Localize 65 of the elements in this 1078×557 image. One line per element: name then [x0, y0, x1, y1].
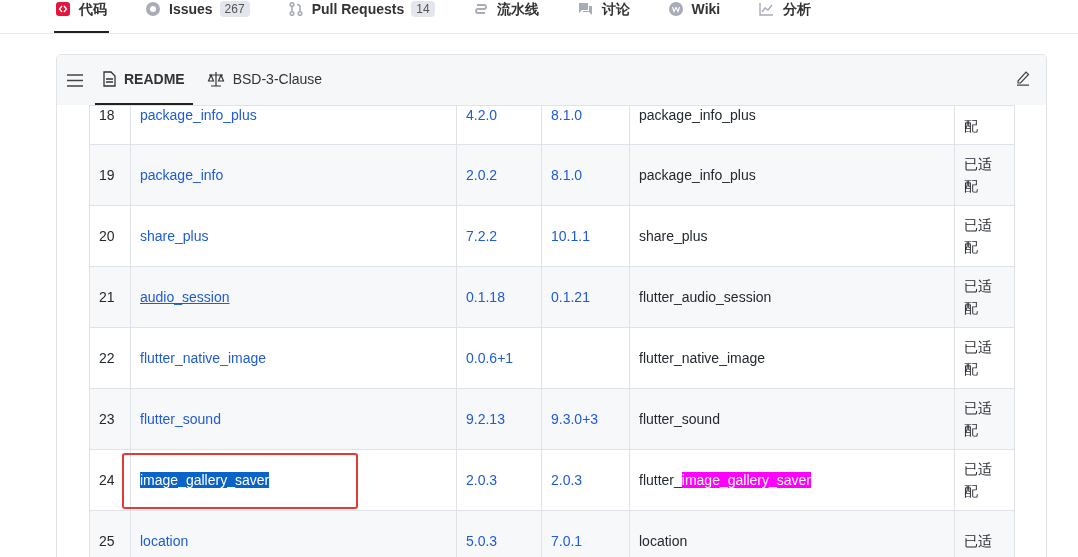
- version-link[interactable]: 0.1.21: [551, 289, 590, 305]
- package-link[interactable]: package_info_plus: [140, 107, 257, 123]
- version-link[interactable]: 7.0.1: [551, 533, 583, 549]
- replacement-text: flutter_native_image: [639, 350, 766, 366]
- chat-icon: [577, 2, 593, 16]
- count-badge: 267: [219, 1, 250, 17]
- version-link[interactable]: 5.0.3: [466, 533, 498, 549]
- nav-tab[interactable]: 流水线: [471, 0, 541, 33]
- readme-tab[interactable]: BSD-3-Clause: [198, 55, 331, 105]
- row-number: 22: [89, 327, 131, 389]
- version-link[interactable]: 2.0.3: [551, 472, 583, 488]
- replacement-text: package_info_plus: [639, 167, 756, 183]
- package-link[interactable]: share_plus: [140, 228, 209, 244]
- version-link[interactable]: 8.1.0: [551, 167, 583, 183]
- nav-tab[interactable]: Wiki: [666, 0, 723, 33]
- replacement-text: package_info_plus: [639, 107, 756, 123]
- chart-icon: [759, 2, 775, 16]
- replacement-text: share_plus: [639, 228, 708, 244]
- status-cell: 已适配: [954, 327, 1015, 389]
- status-cell: 已适配: [954, 449, 1015, 511]
- readme-tab[interactable]: README: [95, 55, 193, 105]
- replacement-text: flutter_sound: [639, 411, 720, 427]
- document-icon: [103, 71, 116, 87]
- replacement-text: flutter_audio_session: [639, 289, 772, 305]
- version-link[interactable]: 7.2.2: [466, 228, 498, 244]
- version-link[interactable]: 0.0.6+1: [466, 350, 514, 366]
- status-cell: 已适配: [954, 144, 1015, 206]
- pipeline-icon: [473, 2, 488, 16]
- nav-tab[interactable]: 代码: [54, 0, 109, 33]
- status-cell: 已适: [954, 510, 1015, 557]
- status-cell: 已适配: [954, 388, 1015, 450]
- row-number: 23: [89, 388, 131, 450]
- package-link[interactable]: package_info: [140, 167, 224, 183]
- status-cell: 已适配: [954, 266, 1015, 328]
- replacement-text: location: [639, 533, 688, 549]
- branch-icon: [288, 2, 303, 16]
- row-number: 25: [89, 510, 131, 557]
- package-link[interactable]: flutter_sound: [140, 411, 221, 427]
- version-link[interactable]: 9.2.13: [466, 411, 505, 427]
- package-link[interactable]: audio_session: [140, 289, 230, 305]
- row-number: 20: [89, 205, 131, 267]
- version-link[interactable]: 2.0.3: [466, 472, 498, 488]
- version-link[interactable]: 10.1.1: [551, 228, 590, 244]
- nav-tab[interactable]: 分析: [757, 0, 814, 33]
- status-cell: 已适配: [954, 205, 1015, 267]
- version-link[interactable]: 9.3.0+3: [551, 411, 599, 427]
- package-link[interactable]: image_gallery_saver: [140, 472, 270, 488]
- version-link[interactable]: 0.1.18: [466, 289, 505, 305]
- row-number: 24: [89, 449, 131, 511]
- pencil-icon[interactable]: [1016, 70, 1030, 86]
- nav-tab[interactable]: Issues 267: [144, 0, 252, 33]
- scale-icon: [206, 71, 225, 87]
- package-link[interactable]: location: [140, 533, 189, 549]
- nav-tab[interactable]: 讨论: [575, 0, 632, 33]
- menu-icon[interactable]: [67, 73, 83, 87]
- nav-tab[interactable]: Pull Requests 14: [286, 0, 437, 33]
- package-link[interactable]: flutter_native_image: [140, 350, 267, 366]
- version-link[interactable]: 8.1.0: [551, 107, 583, 123]
- row-number: 19: [89, 144, 131, 206]
- count-badge: 14: [411, 1, 435, 17]
- version-link[interactable]: 4.2.0: [466, 107, 498, 123]
- status-cell: 配: [954, 105, 1015, 145]
- version-link[interactable]: 2.0.2: [466, 167, 498, 183]
- row-number: 18: [89, 105, 131, 145]
- row-number: 21: [89, 266, 131, 328]
